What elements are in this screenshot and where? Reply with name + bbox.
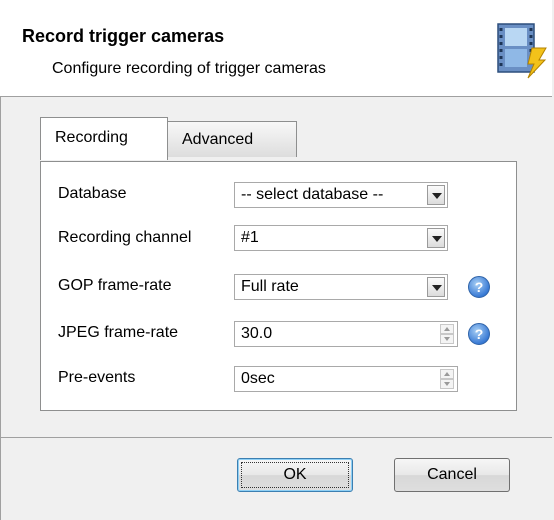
help-icon[interactable]: ? (468, 276, 490, 298)
film-lightning-icon (497, 23, 547, 79)
dialog-header: Record trigger cameras Configure recordi… (0, 0, 552, 97)
jpeg-frame-rate-label: JPEG frame-rate (58, 324, 179, 341)
spin-down-icon[interactable] (440, 334, 454, 344)
dialog-title: Record trigger cameras (22, 26, 225, 46)
cancel-button[interactable]: Cancel (394, 458, 510, 492)
recording-channel-select[interactable]: #1 (234, 225, 448, 251)
database-value: -- select database -- (241, 186, 384, 203)
recording-channel-value: #1 (241, 229, 259, 246)
chevron-down-icon[interactable] (427, 228, 445, 248)
database-select[interactable]: -- select database -- (234, 182, 448, 208)
tab-recording[interactable]: Recording (40, 117, 168, 160)
footer-separator (0, 437, 552, 438)
pre-events-value: 0sec (241, 370, 275, 387)
pre-events-spinner[interactable]: 0sec (234, 366, 458, 392)
spin-up-icon[interactable] (440, 369, 454, 379)
chevron-down-icon[interactable] (427, 185, 445, 205)
tab-advanced[interactable]: Advanced (167, 121, 297, 157)
gop-frame-rate-label: GOP frame-rate (58, 277, 172, 294)
database-label: Database (58, 185, 127, 202)
spin-up-icon[interactable] (440, 324, 454, 334)
help-icon[interactable]: ? (468, 323, 490, 345)
spinner-buttons (440, 324, 454, 344)
pre-events-label: Pre-events (58, 369, 136, 386)
recording-channel-label: Recording channel (58, 229, 192, 246)
focus-ring (241, 462, 349, 488)
dialog-subtitle: Configure recording of trigger cameras (52, 60, 326, 77)
spin-down-icon[interactable] (440, 379, 454, 389)
jpeg-frame-rate-value: 30.0 (241, 325, 273, 342)
spinner-buttons (440, 369, 454, 389)
jpeg-frame-rate-spinner[interactable]: 30.0 (234, 321, 458, 347)
recording-panel: Database -- select database -- Recording… (40, 161, 517, 411)
gop-frame-rate-select[interactable]: Full rate (234, 274, 448, 300)
ok-button[interactable]: OK (237, 458, 353, 492)
gop-frame-rate-value: Full rate (241, 278, 299, 295)
chevron-down-icon[interactable] (427, 277, 445, 297)
